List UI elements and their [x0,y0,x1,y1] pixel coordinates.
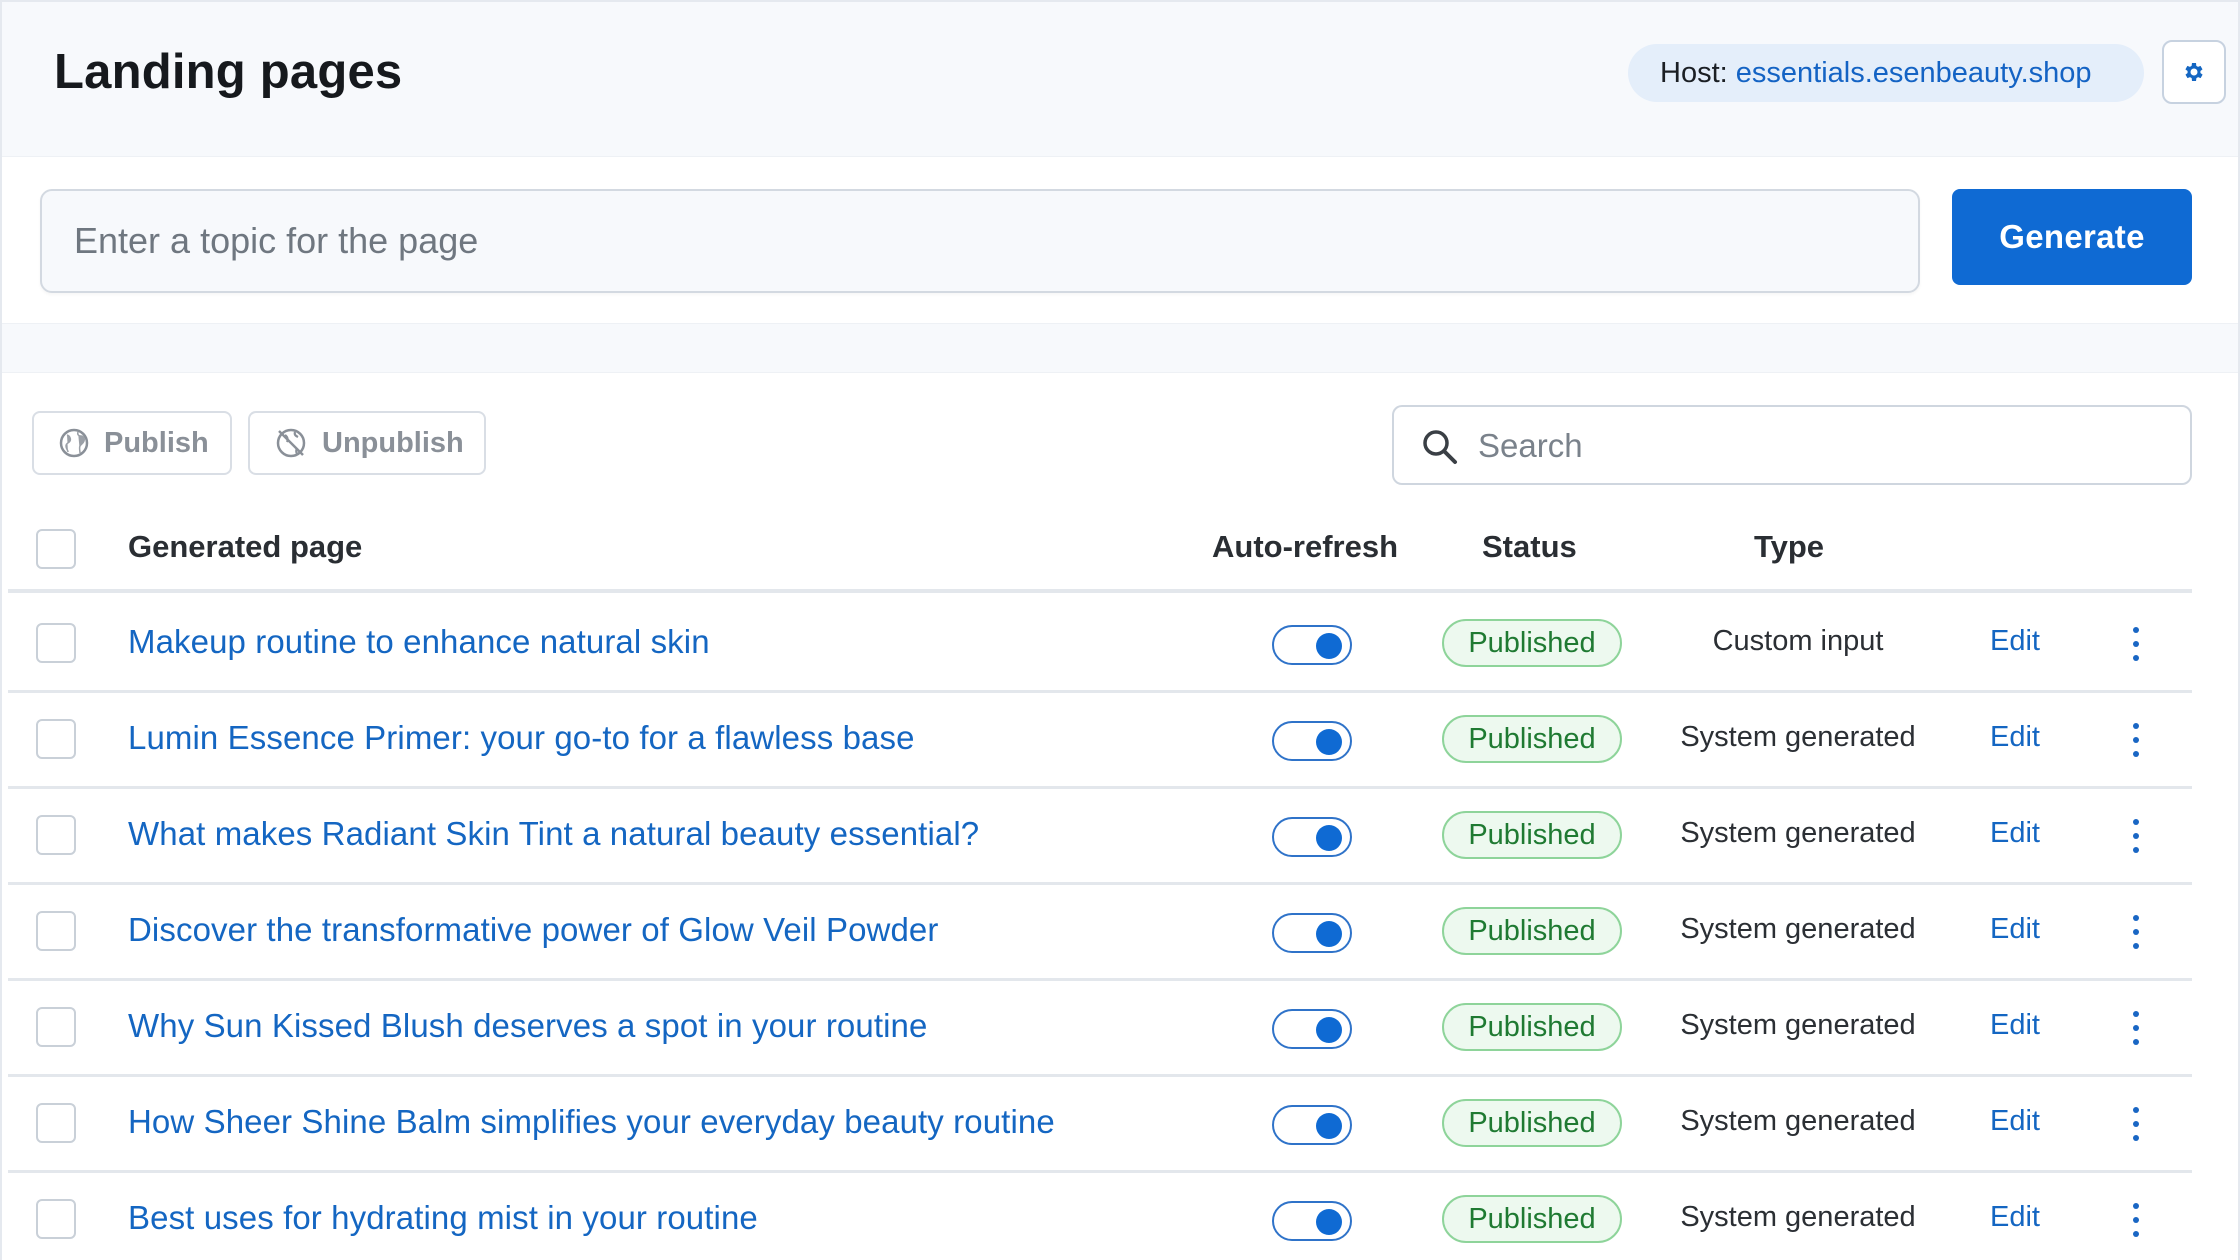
toggle-knob [1316,729,1342,755]
host-badge: Host: essentials.esenbeauty.shop [1628,44,2144,102]
more-options-icon[interactable] [2126,915,2146,949]
auto-refresh-toggle[interactable] [1272,625,1352,665]
type-cell: System generated [1680,1201,1916,1233]
status-badge: Published [1442,619,1622,667]
type-cell: System generated [1680,913,1916,945]
table-row: What makes Radiant Skin Tint a natural b… [8,789,2192,885]
auto-refresh-toggle[interactable] [1272,1009,1352,1049]
generator-panel: Generate [2,156,2238,324]
search-icon [1420,427,1460,467]
page-title-link[interactable]: Lumin Essence Primer: your go-to for a f… [128,719,915,757]
edit-link[interactable]: Edit [1990,913,2040,946]
more-options-icon[interactable] [2126,723,2146,757]
select-all-checkbox[interactable] [36,529,76,569]
auto-refresh-toggle[interactable] [1272,817,1352,857]
page-title-link[interactable]: Why Sun Kissed Blush deserves a spot in … [128,1007,927,1045]
type-cell: System generated [1680,817,1916,849]
pages-table-panel: Publish Unpublish Generated page Auto-re [2,372,2238,1260]
search-input[interactable] [1478,417,2168,475]
table-header: Generated page Auto-refresh Status Type [8,505,2192,593]
auto-refresh-toggle[interactable] [1272,1201,1352,1241]
status-badge: Published [1442,811,1622,859]
auto-refresh-toggle[interactable] [1272,721,1352,761]
edit-link[interactable]: Edit [1990,1009,2040,1042]
type-cell: System generated [1680,1009,1916,1041]
page-title: Landing pages [54,45,403,99]
row-checkbox[interactable] [36,1007,76,1047]
topic-input[interactable] [40,189,1920,293]
publish-button[interactable]: Publish [32,411,232,475]
status-badge: Published [1442,907,1622,955]
auto-refresh-toggle[interactable] [1272,1105,1352,1145]
table-row: Best uses for hydrating mist in your rou… [8,1173,2192,1260]
type-cell: System generated [1680,721,1916,753]
type-cell: System generated [1680,1105,1916,1137]
generate-button[interactable]: Generate [1952,189,2192,285]
status-badge: Published [1442,1003,1622,1051]
status-badge: Published [1442,715,1622,763]
edit-link[interactable]: Edit [1990,1201,2040,1234]
toggle-knob [1316,1113,1342,1139]
gear-icon [2185,63,2203,81]
edit-link[interactable]: Edit [1990,625,2040,658]
toggle-knob [1316,1017,1342,1043]
toggle-knob [1316,921,1342,947]
edit-link[interactable]: Edit [1990,721,2040,754]
table-row: Makeup routine to enhance natural skin P… [8,597,2192,693]
globe-off-icon [276,428,306,458]
search-field[interactable] [1392,405,2192,485]
row-checkbox[interactable] [36,815,76,855]
page-title-link[interactable]: Discover the transformative power of Glo… [128,911,938,949]
table-row: Lumin Essence Primer: your go-to for a f… [8,693,2192,789]
settings-button[interactable] [2162,40,2226,104]
column-header-page: Generated page [128,529,363,564]
column-header-status: Status [1482,529,1577,564]
more-options-icon[interactable] [2126,627,2146,661]
row-checkbox[interactable] [36,1103,76,1143]
row-checkbox[interactable] [36,719,76,759]
more-options-icon[interactable] [2126,819,2146,853]
more-options-icon[interactable] [2126,1011,2146,1045]
host-label: Host: [1660,57,1728,89]
edit-link[interactable]: Edit [1990,817,2040,850]
column-header-type: Type [1754,529,1825,564]
row-checkbox[interactable] [36,911,76,951]
publish-label: Publish [104,426,209,459]
table-row: Discover the transformative power of Glo… [8,885,2192,981]
page-title-link[interactable]: Best uses for hydrating mist in your rou… [128,1199,758,1237]
type-cell: Custom input [1712,625,1884,657]
toggle-knob [1316,1209,1342,1235]
page-title-link[interactable]: How Sheer Shine Balm simplifies your eve… [128,1103,1055,1141]
auto-refresh-toggle[interactable] [1272,913,1352,953]
toggle-knob [1316,633,1342,659]
status-badge: Published [1442,1195,1622,1243]
unpublish-button[interactable]: Unpublish [248,411,486,475]
status-badge: Published [1442,1099,1622,1147]
table-row: How Sheer Shine Balm simplifies your eve… [8,1077,2192,1173]
landing-pages-screen: Landing pages Host: essentials.esenbeaut… [0,0,2240,1260]
host-value: essentials.esenbeauty.shop [1735,57,2092,89]
page-title-link[interactable]: What makes Radiant Skin Tint a natural b… [128,815,979,853]
row-checkbox[interactable] [36,1199,76,1239]
toggle-knob [1316,825,1342,851]
unpublish-label: Unpublish [322,426,464,459]
more-options-icon[interactable] [2126,1203,2146,1237]
more-options-icon[interactable] [2126,1107,2146,1141]
globe-icon [59,428,89,458]
table-row: Why Sun Kissed Blush deserves a spot in … [8,981,2192,1077]
column-header-auto-refresh: Auto-refresh [1212,529,1399,564]
page-header: Landing pages Host: essentials.esenbeaut… [2,2,2238,152]
row-checkbox[interactable] [36,623,76,663]
edit-link[interactable]: Edit [1990,1105,2040,1138]
page-title-link[interactable]: Makeup routine to enhance natural skin [128,623,710,661]
